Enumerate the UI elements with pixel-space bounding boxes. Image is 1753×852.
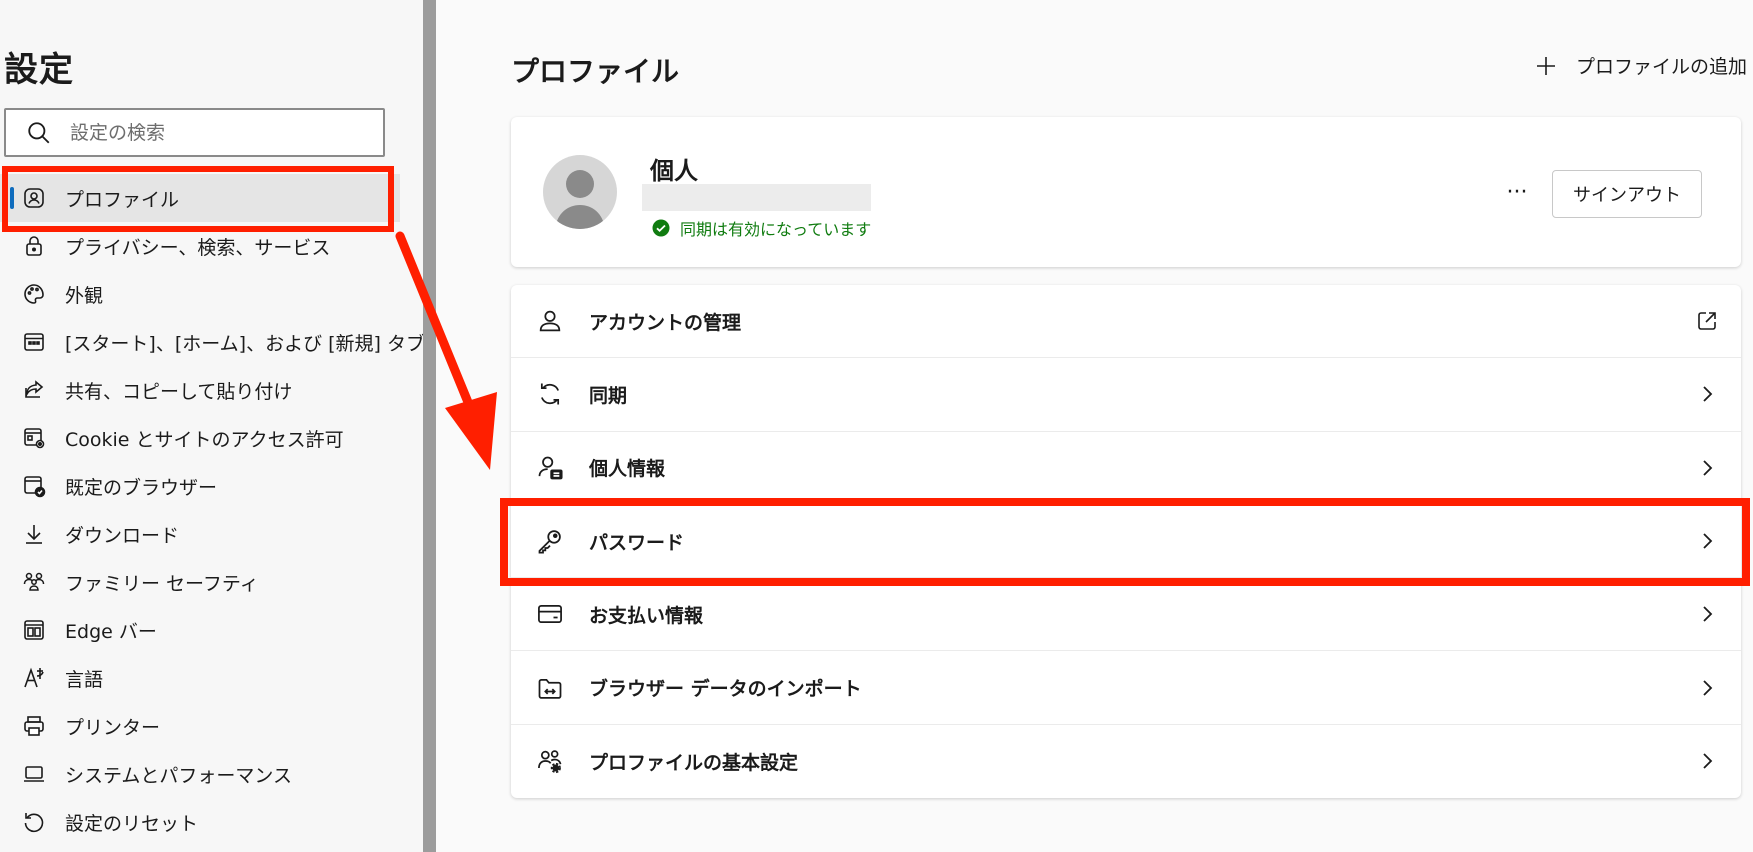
sidebar-item-start-home-tabs[interactable]: [スタート]、[ホーム]、および [新規] タブ: [0, 318, 425, 366]
download-icon: [26, 525, 42, 544]
row-manage-account[interactable]: アカウントの管理: [511, 285, 1741, 359]
sidebar-item-printers[interactable]: プリンター: [0, 702, 400, 750]
add-profile-label: プロファイルの追加: [1576, 56, 1748, 78]
row-label: お支払い情報: [589, 604, 704, 627]
profile-icon: [24, 188, 44, 208]
sidebar-item-label: 既定のブラウザー: [65, 476, 218, 499]
profile-settings-icon: [538, 750, 562, 774]
default-browser-icon: [24, 476, 46, 498]
reset-icon: [24, 813, 44, 833]
check-circle-icon: [652, 219, 670, 237]
printer-icon: [24, 716, 44, 736]
row-import-browser-data[interactable]: ブラウザー データのインポート: [511, 651, 1741, 725]
sidebar-nav: プロファイル プライバシー、検索、サービス 外観 [スタート]、[ホーム]、およ…: [0, 174, 425, 846]
sidebar-item-languages[interactable]: 言語: [0, 654, 400, 702]
sidebar-item-label: 設定のリセット: [65, 812, 199, 835]
family-icon: [23, 572, 45, 591]
sync-status-text: 同期は有効になっています: [680, 220, 872, 239]
pane-divider: [423, 0, 436, 852]
home-tabs-icon: [24, 333, 44, 351]
key-icon: [538, 530, 561, 554]
lock-icon: [26, 236, 42, 256]
sidebar-item-family-safety[interactable]: ファミリー セーフティ: [0, 558, 400, 606]
signout-button[interactable]: サインアウト: [1552, 170, 1702, 218]
share-icon: [25, 380, 44, 398]
chevron-right-icon: [1703, 753, 1713, 770]
language-icon: [24, 667, 44, 688]
more-options-button[interactable]: ···: [1499, 174, 1535, 210]
main-content: プロファイル プロファイルの追加 個人 同期は有効になっています ··· サイン…: [436, 0, 1753, 852]
profile-name: 個人: [650, 157, 698, 185]
avatar: [543, 155, 617, 229]
sidebar-item-privacy[interactable]: プライバシー、検索、サービス: [0, 222, 400, 270]
chevron-right-icon: [1703, 533, 1713, 549]
sidebar-item-label: 共有、コピーして貼り付け: [65, 380, 293, 403]
row-payment-info[interactable]: お支払い情報: [511, 578, 1741, 652]
row-label: 個人情報: [589, 458, 666, 481]
row-label: アカウントの管理: [589, 311, 742, 334]
sidebar: 設定 プロファイル プライバシー、検索、サービス 外観 [スタート]、[ホーム]…: [0, 0, 425, 852]
sync-icon: [540, 383, 560, 405]
sidebar-item-label: プリンター: [65, 716, 161, 739]
sidebar-item-label: Edge バー: [65, 620, 157, 643]
chevron-right-icon: [1703, 606, 1713, 622]
external-link-icon: [1698, 312, 1716, 330]
sidebar-item-label: プライバシー、検索、サービス: [65, 236, 331, 259]
plus-icon: [1537, 56, 1555, 75]
laptop-icon: [24, 766, 44, 782]
sidebar-item-reset-settings[interactable]: 設定のリセット: [0, 798, 400, 846]
sidebar-item-label: 外観: [65, 284, 104, 307]
row-passwords[interactable]: パスワード: [511, 505, 1741, 579]
row-label: パスワード: [589, 531, 685, 554]
import-icon: [538, 678, 562, 699]
avatar-person-icon: [555, 170, 605, 229]
row-profile-preferences[interactable]: プロファイルの基本設定: [511, 725, 1741, 798]
credit-card-icon: [538, 605, 562, 624]
account-icon: [539, 310, 561, 332]
row-label: プロファイルの基本設定: [589, 751, 799, 774]
search-icon: [28, 121, 50, 143]
row-personal-info[interactable]: 個人情報: [511, 432, 1741, 505]
sidebar-item-share-copy-paste[interactable]: 共有、コピーして貼り付け: [0, 366, 400, 414]
sidebar-item-profile[interactable]: プロファイル: [0, 174, 400, 222]
sidebar-item-label: 言語: [65, 668, 104, 691]
site-permissions-icon: [24, 428, 45, 449]
chevron-right-icon: [1703, 386, 1713, 403]
sidebar-item-cookies-site-permissions[interactable]: Cookie とサイトのアクセス許可: [0, 414, 400, 462]
profile-card: 個人 同期は有効になっています ··· サインアウト: [511, 117, 1741, 267]
sidebar-title: 設定: [4, 50, 74, 90]
row-label: 同期: [589, 384, 628, 407]
sidebar-item-edge-bar[interactable]: Edge バー: [0, 606, 400, 654]
sidebar-item-appearance[interactable]: 外観: [0, 270, 400, 318]
email-redacted: [642, 184, 871, 211]
sidebar-item-label: ファミリー セーフティ: [65, 572, 259, 595]
personal-info-icon: [538, 456, 563, 480]
row-label: ブラウザー データのインポート: [589, 678, 862, 701]
chevron-right-icon: [1703, 460, 1713, 476]
search-input[interactable]: [70, 112, 360, 153]
add-profile-button[interactable]: プロファイルの追加: [1534, 52, 1747, 79]
sidebar-item-default-browser[interactable]: 既定のブラウザー: [0, 462, 400, 510]
chevron-right-icon: [1703, 679, 1713, 696]
edge-bar-icon: [24, 620, 44, 640]
sync-status: 同期は有効になっています: [652, 216, 871, 240]
settings-window: 設定 プロファイル プライバシー、検索、サービス 外観 [スタート]、[ホーム]…: [0, 0, 1753, 852]
row-sync[interactable]: 同期: [511, 358, 1741, 432]
sidebar-item-label: Cookie とサイトのアクセス許可: [65, 428, 344, 451]
sidebar-item-label: ダウンロード: [65, 524, 180, 547]
sidebar-item-label: [スタート]、[ホーム]、および [新規] タブ: [65, 332, 425, 355]
search-box[interactable]: [4, 108, 385, 157]
sidebar-item-label: プロファイル: [65, 188, 180, 211]
palette-icon: [24, 284, 44, 304]
page-title: プロファイル: [511, 55, 680, 88]
sidebar-item-label: システムとパフォーマンス: [65, 764, 293, 787]
profile-settings-list: アカウントの管理 同期 個人情報 パスワード お支払い情報 ブラウザー データの…: [511, 285, 1741, 798]
sidebar-item-system-performance[interactable]: システムとパフォーマンス: [0, 750, 400, 798]
sidebar-item-downloads[interactable]: ダウンロード: [0, 510, 400, 558]
